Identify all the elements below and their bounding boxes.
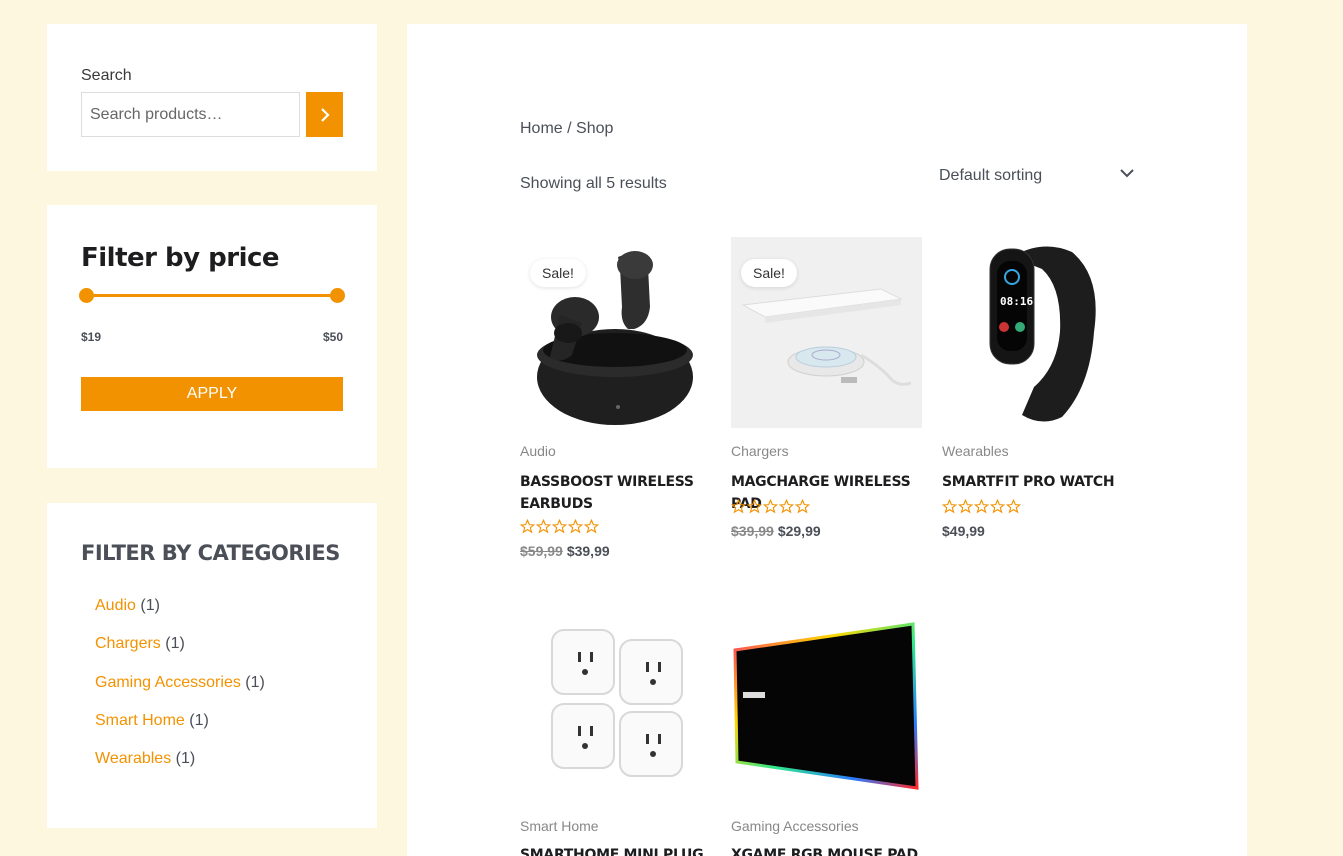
category-count: (1) — [245, 673, 265, 691]
price-max-label: $50 — [322, 330, 343, 344]
star-icon — [584, 519, 599, 534]
old-price: $59,99 — [520, 543, 563, 559]
product-category: Wearables — [942, 443, 1009, 459]
star-icon — [747, 499, 762, 514]
category-count: (1) — [175, 750, 196, 768]
star-icon — [795, 499, 810, 514]
category-item: Chargers (1) — [95, 635, 265, 673]
product-category: Chargers — [731, 443, 789, 459]
categories-widget: FILTER BY CATEGORIES Audio (1) Chargers … — [47, 503, 377, 828]
shop-main: Home / Shop Showing all 5 results Defaul… — [407, 24, 1247, 856]
category-link-gaming-accessories[interactable]: Gaming Accessories — [95, 674, 241, 691]
price-filter-title: Filter by price — [81, 243, 280, 273]
result-count: Showing all 5 results — [520, 175, 667, 192]
product-title[interactable]: XGAME RGB MOUSE PAD — [731, 844, 922, 856]
category-count: (1) — [140, 597, 160, 614]
current-price: $49,99 — [942, 523, 985, 539]
rating-stars — [520, 519, 599, 534]
current-price: $39,99 — [566, 543, 610, 559]
category-item: Wearables (1) — [95, 750, 265, 788]
price-slider-track[interactable] — [87, 294, 337, 297]
search-label: Search — [81, 67, 132, 84]
sale-badge: Sale! — [741, 259, 797, 287]
category-count: (1) — [189, 711, 209, 729]
product-category: Audio — [520, 443, 556, 459]
search-button[interactable] — [306, 92, 343, 137]
price-slider-min-handle[interactable] — [79, 288, 94, 303]
category-item: Gaming Accessories (1) — [95, 674, 265, 712]
product-price: $49,99 — [942, 523, 985, 539]
category-count: (1) — [165, 635, 185, 653]
category-item: Smart Home (1) — [95, 712, 265, 750]
category-item: Audio (1) — [95, 597, 265, 635]
rating-stars — [731, 499, 810, 514]
sale-badge: Sale! — [530, 259, 586, 287]
rating-stars — [942, 499, 1021, 514]
chevron-right-icon — [320, 107, 330, 122]
current-price: $29,99 — [777, 523, 821, 539]
categories-title: FILTER BY CATEGORIES — [81, 541, 340, 565]
sorting-value: Default sorting — [939, 167, 1043, 184]
product-image[interactable] — [731, 612, 922, 803]
product-image[interactable]: Sale! — [731, 237, 922, 428]
product-image[interactable] — [520, 612, 711, 803]
search-widget: Search — [47, 24, 377, 171]
product-image[interactable]: 08:16 — [942, 237, 1133, 428]
star-icon — [942, 499, 957, 514]
apply-button[interactable]: APPLY — [81, 377, 343, 411]
star-icon — [552, 519, 567, 534]
product-title[interactable]: SMARTFIT PRO WATCH — [942, 471, 1133, 493]
price-slider-max-handle[interactable] — [330, 288, 345, 303]
star-icon — [958, 499, 973, 514]
price-min-label: $19 — [81, 330, 102, 344]
category-link-smart-home[interactable]: Smart Home — [95, 712, 185, 729]
star-icon — [779, 499, 794, 514]
price-filter-widget: Filter by price $19 $50 APPLY — [47, 205, 377, 468]
star-icon — [731, 499, 746, 514]
star-icon — [1006, 499, 1021, 514]
smart-plug-image — [551, 629, 683, 777]
category-link-wearables[interactable]: Wearables — [95, 750, 171, 767]
category-list: Audio (1) Chargers (1) Gaming Accessorie… — [95, 597, 265, 788]
product-image[interactable]: Sale! — [520, 237, 711, 428]
mouse-pad-image — [733, 622, 919, 790]
star-icon — [990, 499, 1005, 514]
sorting-select[interactable]: Default sorting — [939, 167, 1134, 185]
category-link-audio[interactable]: Audio — [95, 597, 136, 614]
product-title[interactable]: SMARTHOME MINI PLUG — [520, 844, 711, 856]
star-icon — [568, 519, 583, 534]
product-category: Smart Home — [520, 818, 599, 834]
product-price: $39,99 $29,99 — [731, 523, 821, 539]
category-link-chargers[interactable]: Chargers — [95, 635, 161, 652]
search-input[interactable] — [81, 92, 300, 137]
star-icon — [536, 519, 551, 534]
old-price: $39,99 — [731, 523, 774, 539]
product-category: Gaming Accessories — [731, 818, 859, 834]
product-title[interactable]: BASSBOOST WIRELESS EARBUDS — [520, 471, 711, 515]
star-icon — [763, 499, 778, 514]
star-icon — [974, 499, 989, 514]
svg-text:08:16: 08:16 — [1000, 295, 1033, 308]
watch-image: 08:16 — [989, 246, 1096, 422]
chevron-down-icon — [1120, 169, 1134, 178]
star-icon — [520, 519, 535, 534]
breadcrumb: Home / Shop — [520, 120, 614, 137]
product-price: $59,99 $39,99 — [520, 543, 610, 559]
